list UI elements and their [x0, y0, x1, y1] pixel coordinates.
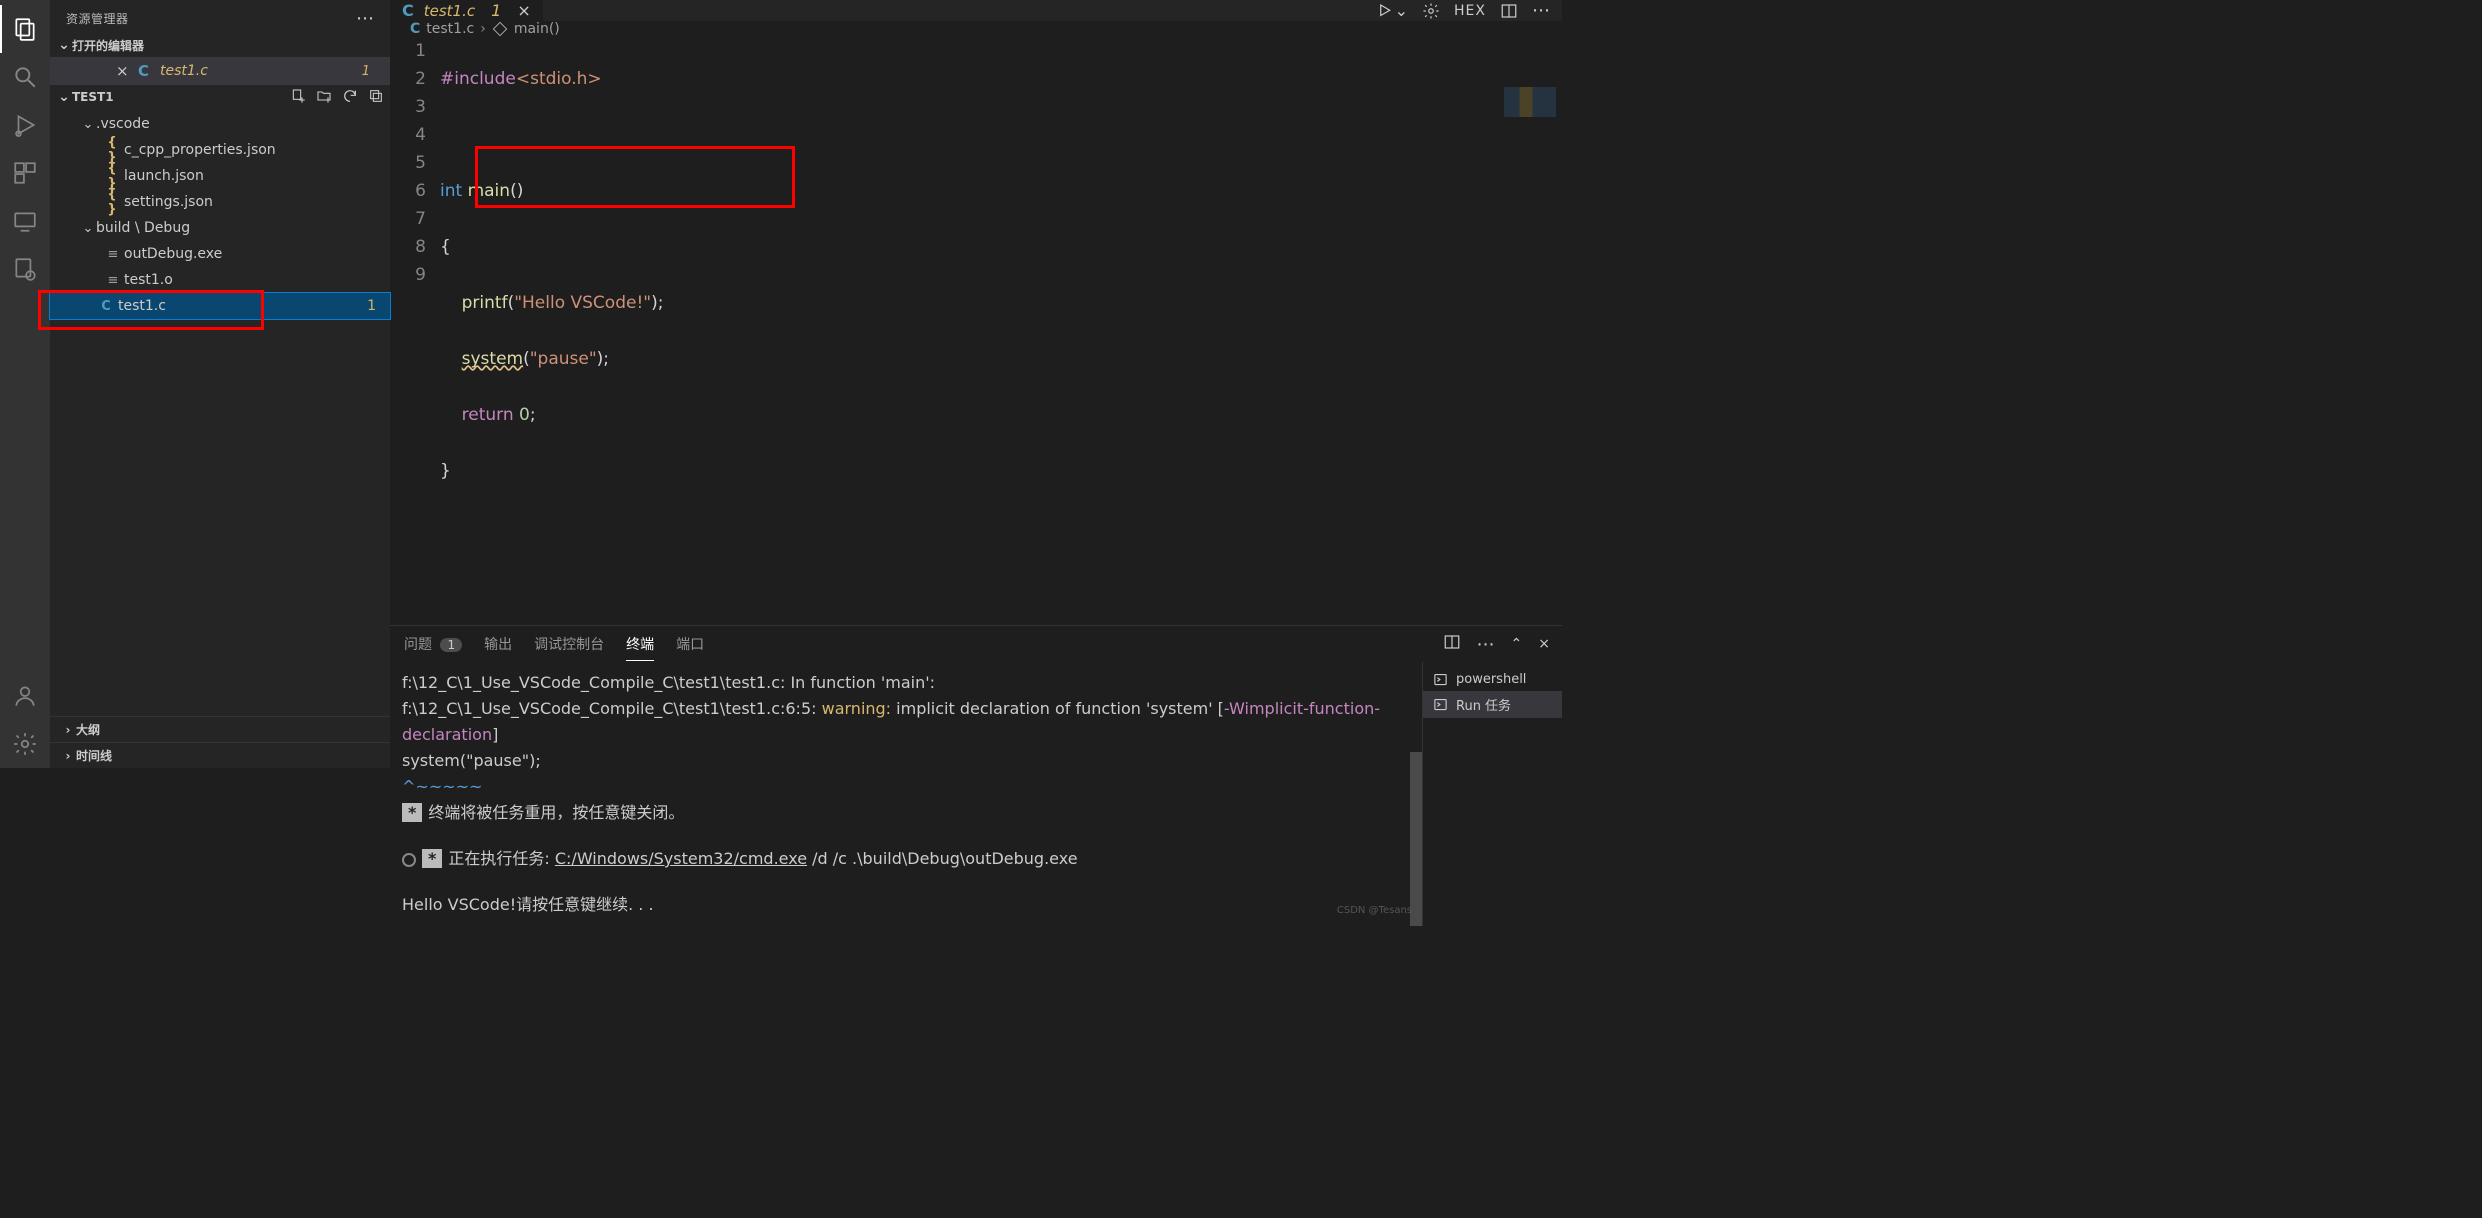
- explorer-sidebar: 资源管理器 ⋯ ⌄ 打开的编辑器 × C test1.c 1 ⌄ TEST1 ⌄…: [50, 0, 390, 768]
- terminal-output[interactable]: f:\12_C\1_Use_VSCode_Compile_C\test1\tes…: [390, 662, 1422, 926]
- split-terminal-icon[interactable]: [1443, 633, 1461, 655]
- file-outdebug-exe[interactable]: ≡outDebug.exe: [50, 241, 390, 267]
- close-icon[interactable]: ×: [517, 1, 530, 20]
- symbol-method-icon: [492, 21, 508, 37]
- more-icon[interactable]: ⋯: [1477, 634, 1495, 655]
- code-content[interactable]: #include<stdio.h> int main() { printf("H…: [440, 37, 1492, 625]
- c-file-icon: C: [402, 1, 414, 20]
- open-editor-filename: test1.c: [160, 63, 208, 79]
- chevron-right-icon: ›: [480, 21, 486, 37]
- file-tree: ⌄.vscode { }c_cpp_properties.json { }lau…: [50, 109, 390, 321]
- new-folder-icon[interactable]: [316, 88, 332, 107]
- account-icon[interactable]: [0, 672, 50, 720]
- task-running-icon: [402, 853, 416, 867]
- tab-test1-c[interactable]: C test1.c 1 ×: [390, 0, 543, 21]
- gear-icon[interactable]: [1422, 2, 1440, 20]
- file-test1-c[interactable]: C test1.c 1: [50, 293, 390, 319]
- cpp-config-icon[interactable]: [0, 245, 50, 293]
- bottom-panel: 问题 1 输出 调试控制台 终端 端口 ⋯ ⌃ × f:\12_C\1_Use_…: [390, 625, 1562, 926]
- chevron-up-icon[interactable]: ⌃: [1511, 636, 1523, 652]
- code-editor[interactable]: 123 456 789 #include<stdio.h> int main()…: [390, 37, 1562, 625]
- project-header[interactable]: ⌄ TEST1: [50, 85, 390, 109]
- modified-badge: 1: [491, 1, 501, 20]
- tab-problems[interactable]: 问题 1: [404, 628, 462, 660]
- watermark: CSDN @Tesans: [1337, 898, 1412, 924]
- open-editors-label: 打开的编辑器: [72, 37, 144, 54]
- run-debug-icon[interactable]: [0, 101, 50, 149]
- problems-count: 1: [440, 638, 462, 652]
- terminal-scrollbar[interactable]: [1408, 662, 1422, 926]
- explorer-icon[interactable]: [0, 5, 50, 53]
- split-editor-icon[interactable]: [1500, 2, 1518, 20]
- more-icon[interactable]: ⋯: [1532, 0, 1550, 21]
- activity-bar: [0, 0, 50, 768]
- outline-section[interactable]: ›大纲: [50, 716, 390, 742]
- editor-tabs: C test1.c 1 × ⌄ HEX ⋯: [390, 0, 1562, 21]
- file-test1-o[interactable]: ≡test1.o: [50, 267, 390, 293]
- editor-area: C test1.c 1 × ⌄ HEX ⋯ C test1.c › main()…: [390, 0, 1562, 768]
- chevron-down-icon: ⌄: [56, 89, 72, 105]
- sidebar-title-text: 资源管理器: [66, 10, 356, 27]
- breadcrumb[interactable]: C test1.c › main(): [390, 21, 1562, 37]
- tab-output[interactable]: 输出: [484, 628, 512, 660]
- extensions-icon[interactable]: [0, 149, 50, 197]
- c-file-icon: C: [410, 21, 420, 37]
- refresh-icon[interactable]: [342, 88, 358, 107]
- c-file-icon: C: [96, 299, 116, 314]
- tab-ports[interactable]: 端口: [676, 628, 704, 660]
- tab-terminal[interactable]: 终端: [626, 628, 654, 661]
- terminal-icon: [1433, 697, 1448, 712]
- line-gutter: 123 456 789: [390, 37, 440, 625]
- tab-debug-console[interactable]: 调试控制台: [534, 628, 604, 660]
- terminal-item-run[interactable]: Run 任务: [1423, 691, 1562, 718]
- file-settings-json[interactable]: { }settings.json: [50, 189, 390, 215]
- file-launch-json[interactable]: { }launch.json: [50, 163, 390, 189]
- minimap[interactable]: [1492, 37, 1562, 625]
- terminal-list: powershell Run 任务: [1422, 662, 1562, 926]
- close-icon[interactable]: ×: [116, 62, 129, 80]
- sidebar-title: 资源管理器 ⋯: [50, 0, 390, 33]
- remote-icon[interactable]: [0, 197, 50, 245]
- sidebar-more-icon[interactable]: ⋯: [356, 14, 374, 24]
- folder-build-debug[interactable]: ⌄build \ Debug: [50, 215, 390, 241]
- modified-badge: 1: [362, 64, 370, 79]
- hex-button[interactable]: HEX: [1454, 3, 1486, 19]
- c-file-icon: C: [138, 62, 149, 80]
- terminal-icon: [1433, 672, 1448, 687]
- open-editor-item[interactable]: × C test1.c 1: [50, 57, 390, 85]
- open-editors-header[interactable]: ⌄ 打开的编辑器: [50, 33, 390, 57]
- new-file-icon[interactable]: [290, 88, 306, 107]
- modified-badge: 1: [367, 298, 376, 314]
- settings-gear-icon[interactable]: [0, 720, 50, 768]
- chevron-down-icon: ⌄: [56, 37, 72, 53]
- file-c-cpp-properties[interactable]: { }c_cpp_properties.json: [50, 137, 390, 163]
- collapse-all-icon[interactable]: [368, 88, 384, 107]
- project-name: TEST1: [72, 90, 114, 104]
- run-dropdown-icon[interactable]: ⌄: [1377, 1, 1408, 20]
- timeline-section[interactable]: ›时间线: [50, 742, 390, 768]
- close-panel-icon[interactable]: ×: [1538, 636, 1550, 652]
- panel-tabs: 问题 1 输出 调试控制台 终端 端口 ⋯ ⌃ ×: [390, 626, 1562, 662]
- folder-vscode[interactable]: ⌄.vscode: [50, 111, 390, 137]
- search-icon[interactable]: [0, 53, 50, 101]
- terminal-item-powershell[interactable]: powershell: [1423, 668, 1562, 691]
